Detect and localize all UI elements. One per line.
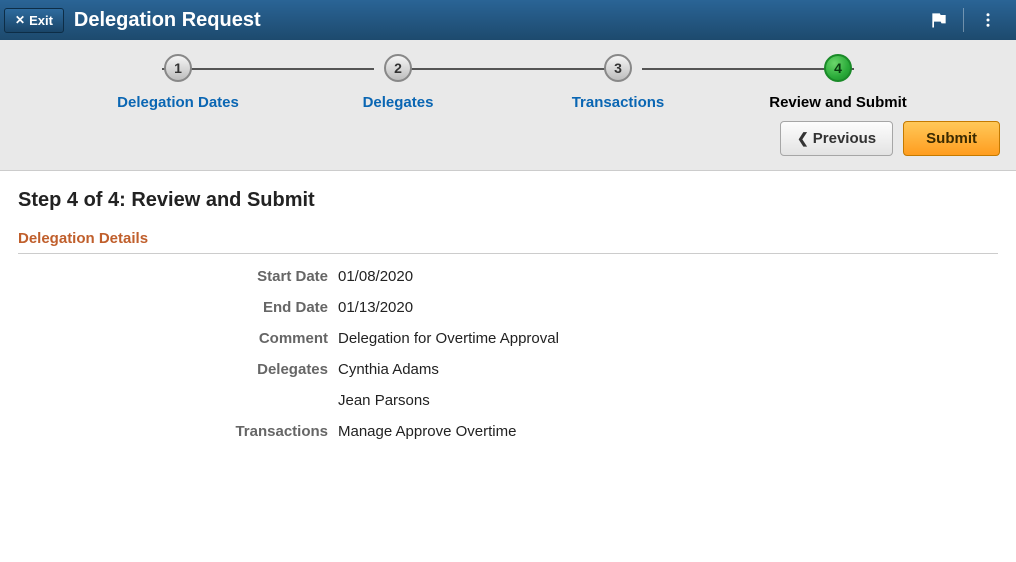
step-number-circle: 1 <box>164 54 192 82</box>
step-heading: Step 4 of 4: Review and Submit <box>18 189 998 212</box>
step-number-circle: 3 <box>604 54 632 82</box>
step-transactions[interactable]: 3 Transactions <box>508 54 728 111</box>
more-menu-icon[interactable] <box>970 0 1006 40</box>
close-icon: ✕ <box>15 14 25 26</box>
stepper: 1 Delegation Dates 2 Delegates 3 Transac… <box>28 54 988 111</box>
previous-button[interactable]: ❮ Previous <box>780 121 893 156</box>
submit-label: Submit <box>926 130 977 147</box>
field-transactions: Transactions Manage Approve Overtime <box>18 423 998 440</box>
step-number: 3 <box>614 60 622 76</box>
section-title: Delegation Details <box>18 230 998 254</box>
header-separator <box>963 8 964 32</box>
app-header: ✕ Exit Delegation Request <box>0 0 1016 40</box>
field-label: End Date <box>18 299 338 316</box>
step-number: 4 <box>834 60 842 76</box>
step-label: Review and Submit <box>769 94 907 111</box>
step-delegation-dates[interactable]: 1 Delegation Dates <box>68 54 288 111</box>
field-comment: Comment Delegation for Overtime Approval <box>18 330 998 347</box>
list-item: Manage Approve Overtime <box>338 423 516 440</box>
step-number: 2 <box>394 60 402 76</box>
exit-button[interactable]: ✕ Exit <box>4 8 64 33</box>
list-item: Cynthia Adams <box>338 361 439 378</box>
step-number-circle: 4 <box>824 54 852 82</box>
step-label[interactable]: Delegation Dates <box>117 94 239 111</box>
step-connector <box>402 68 614 70</box>
step-review-submit: 4 Review and Submit <box>728 54 948 111</box>
list-item: Jean Parsons <box>338 392 439 409</box>
field-value: 01/08/2020 <box>338 268 413 285</box>
exit-label: Exit <box>29 13 53 28</box>
submit-button[interactable]: Submit <box>903 121 1000 156</box>
chevron-left-icon: ❮ <box>797 130 809 147</box>
field-label: Comment <box>18 330 338 347</box>
step-number: 1 <box>174 60 182 76</box>
step-connector <box>642 68 854 70</box>
field-label: Delegates <box>18 361 338 378</box>
page-title: Delegation Request <box>74 9 261 32</box>
header-right <box>921 0 1006 40</box>
header-left: ✕ Exit Delegation Request <box>4 8 261 33</box>
field-value: Delegation for Overtime Approval <box>338 330 559 347</box>
field-label: Start Date <box>18 268 338 285</box>
step-label[interactable]: Transactions <box>572 94 665 111</box>
field-delegates: Delegates Cynthia Adams Jean Parsons <box>18 361 998 409</box>
step-delegates[interactable]: 2 Delegates <box>288 54 508 111</box>
flag-icon[interactable] <box>921 0 957 40</box>
step-label[interactable]: Delegates <box>363 94 434 111</box>
field-value: 01/13/2020 <box>338 299 413 316</box>
field-label: Transactions <box>18 423 338 440</box>
field-end-date: End Date 01/13/2020 <box>18 299 998 316</box>
field-start-date: Start Date 01/08/2020 <box>18 268 998 285</box>
step-number-circle: 2 <box>384 54 412 82</box>
step-connector <box>162 68 374 70</box>
field-value-list: Manage Approve Overtime <box>338 423 516 440</box>
previous-label: Previous <box>813 130 876 147</box>
field-value-list: Cynthia Adams Jean Parsons <box>338 361 439 409</box>
content: Step 4 of 4: Review and Submit Delegatio… <box>0 171 1016 472</box>
action-buttons: ❮ Previous Submit <box>0 111 1016 156</box>
stepper-section: 1 Delegation Dates 2 Delegates 3 Transac… <box>0 40 1016 171</box>
